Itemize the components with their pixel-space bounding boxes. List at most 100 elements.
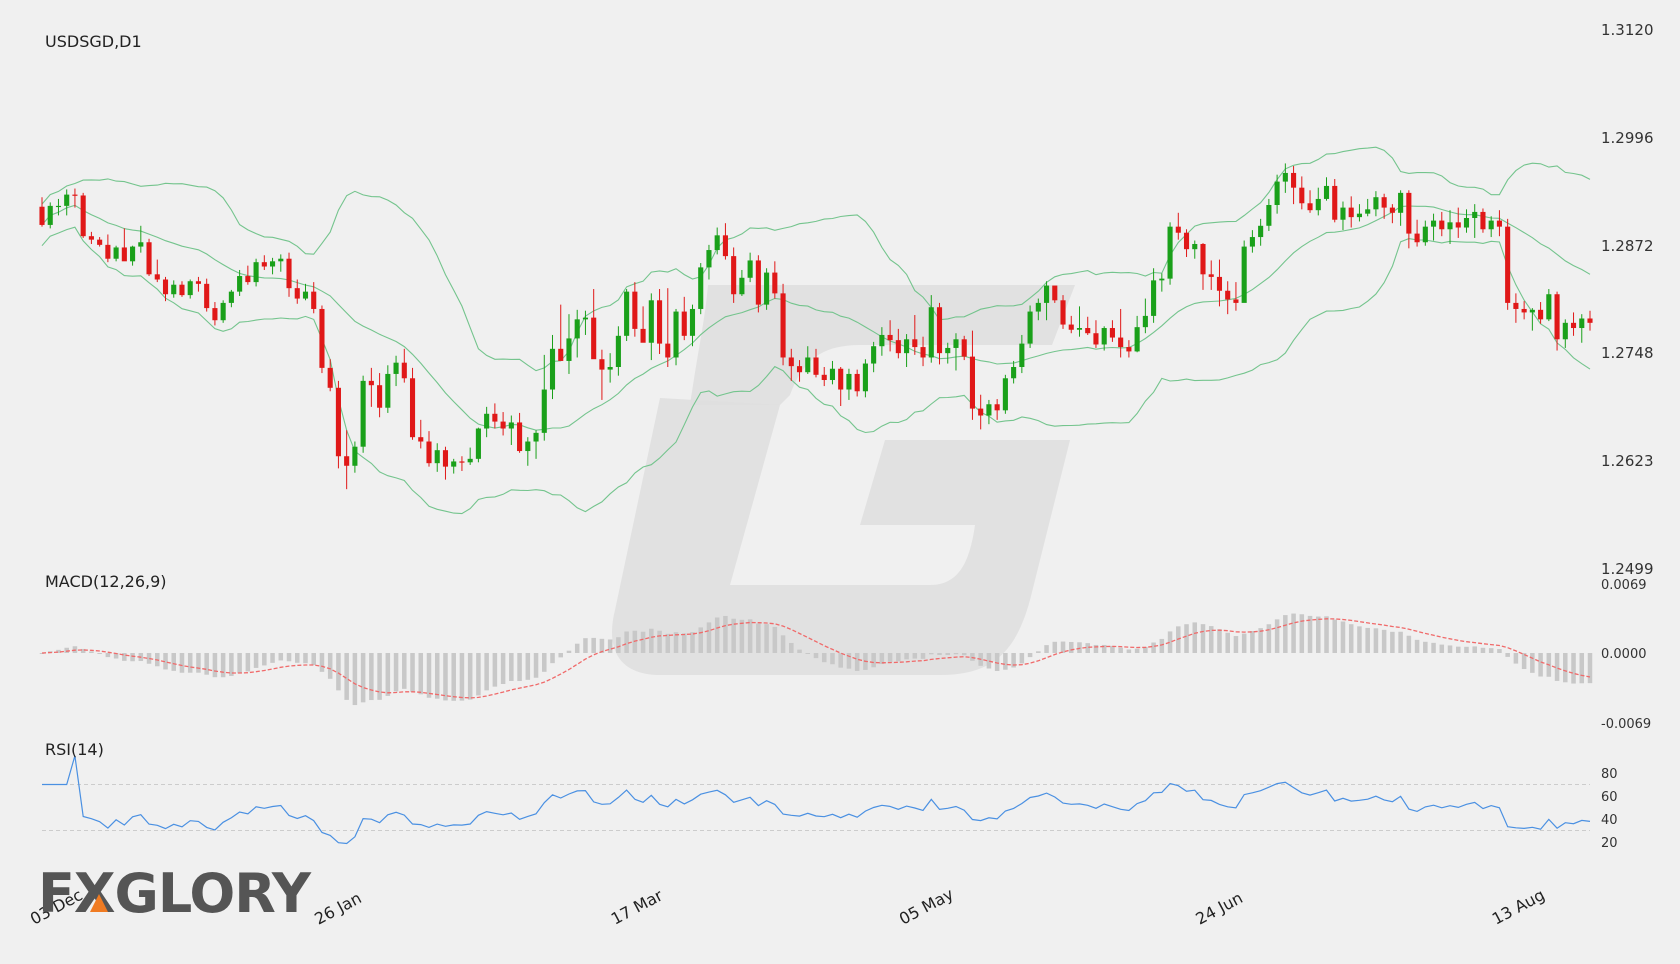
candle [508, 415, 514, 445]
candle-body [360, 380, 366, 447]
candle-body [533, 432, 539, 442]
candle-body [1554, 294, 1560, 340]
macd-histogram-bar [1431, 642, 1436, 653]
candle-body [1282, 172, 1288, 182]
candle [624, 289, 630, 342]
candle [1455, 207, 1461, 238]
candle [665, 288, 671, 368]
macd-histogram-bar [1357, 626, 1362, 653]
candle-body [681, 311, 687, 336]
price-y-tick: 1.2499 [1601, 560, 1654, 578]
candle-body [846, 373, 852, 390]
candle-body [599, 359, 605, 370]
macd-histogram-bar [1241, 633, 1247, 653]
candle-body [97, 239, 103, 245]
candle-body [467, 458, 473, 463]
candle-body [286, 258, 292, 289]
candle [1093, 320, 1099, 348]
macd-histogram-bar [723, 615, 728, 653]
candle [270, 257, 276, 275]
candle [1315, 187, 1321, 216]
macd-histogram-bar [393, 653, 399, 692]
candle [780, 283, 786, 366]
macd-histogram-bar [1332, 619, 1338, 653]
candle-body [335, 387, 341, 457]
candle [961, 335, 967, 361]
macd-histogram-bar [1118, 647, 1123, 653]
candle-body [492, 413, 498, 422]
macd-histogram-bar [1274, 619, 1280, 653]
candle [1109, 320, 1115, 342]
candle [994, 399, 1000, 420]
fxglory-logo: FXGLORY [38, 862, 313, 925]
candle [1570, 312, 1577, 336]
candle-body [673, 311, 679, 358]
candle-body [1546, 294, 1552, 320]
x-tick-label: 13 Aug [1489, 885, 1548, 928]
price-y-tick: 1.2996 [1601, 129, 1654, 147]
candle [319, 305, 325, 374]
macd-histogram-bar [1250, 630, 1255, 653]
candle [1241, 240, 1247, 303]
candle-body [1307, 203, 1313, 211]
macd-histogram-bar [657, 630, 662, 653]
candle [1472, 204, 1478, 238]
candle [821, 367, 827, 387]
macd-histogram-bar [278, 653, 284, 661]
candle-body [648, 300, 654, 343]
candle [261, 255, 267, 270]
price-y-axis: 1.3120 1.2996 1.2872 1.2748 1.2623 1.249… [1601, 21, 1654, 578]
macd-panel-title: MACD(12,26,9) [45, 572, 167, 591]
macd-histogram-bar [937, 653, 942, 656]
candle-body [1521, 308, 1527, 313]
macd-histogram-bar [1505, 653, 1510, 657]
macd-histogram-bar [805, 653, 811, 654]
macd-histogram-bar [533, 653, 539, 678]
candle [1521, 301, 1527, 320]
macd-histogram-bar [1134, 648, 1140, 653]
candle [409, 367, 416, 440]
candle-body [311, 291, 317, 309]
candle [500, 412, 506, 436]
macd-histogram-bar [1291, 613, 1296, 653]
macd-histogram-bar [1390, 631, 1395, 653]
macd-histogram-bar [451, 653, 456, 701]
candle-body [500, 421, 506, 429]
rsi-y-tick: 80 [1601, 767, 1618, 782]
candle-body [1365, 209, 1371, 214]
candle [838, 367, 844, 406]
candle [945, 342, 951, 364]
candle [698, 263, 704, 315]
candle [335, 380, 341, 469]
macd-histogram-bar [476, 653, 481, 696]
candle-body [1052, 285, 1058, 301]
macd-histogram-bar [1587, 653, 1593, 684]
macd-histogram-bar [953, 653, 959, 655]
candle-body [525, 441, 531, 452]
macd-histogram-bar [550, 653, 555, 664]
candle-body [1398, 192, 1404, 213]
macd-y-axis: 0.0069 0.0000 -0.0069 [1601, 578, 1651, 732]
candle [212, 302, 218, 326]
price-y-tick: 1.2872 [1601, 237, 1654, 255]
macd-histogram-bar [896, 653, 901, 662]
candle-body [1085, 328, 1091, 334]
candle [344, 430, 350, 490]
rsi-y-tick: 20 [1601, 836, 1618, 851]
candle [591, 289, 597, 360]
macd-histogram-bar [640, 631, 646, 653]
macd-histogram-bar [1233, 636, 1239, 653]
candle-body [838, 368, 844, 390]
macd-histogram-bar [1225, 632, 1230, 653]
candle [492, 403, 498, 429]
macd-histogram-bar [698, 627, 703, 653]
candle [278, 254, 284, 272]
macd-histogram-bar [1497, 649, 1502, 653]
candle [541, 354, 547, 441]
macd-histogram-bar [1217, 629, 1222, 653]
candle-body [1538, 309, 1544, 320]
candle-body [1258, 225, 1264, 238]
candle-body [640, 328, 646, 343]
macd-histogram-bar [690, 632, 695, 653]
candle-body [377, 385, 383, 408]
